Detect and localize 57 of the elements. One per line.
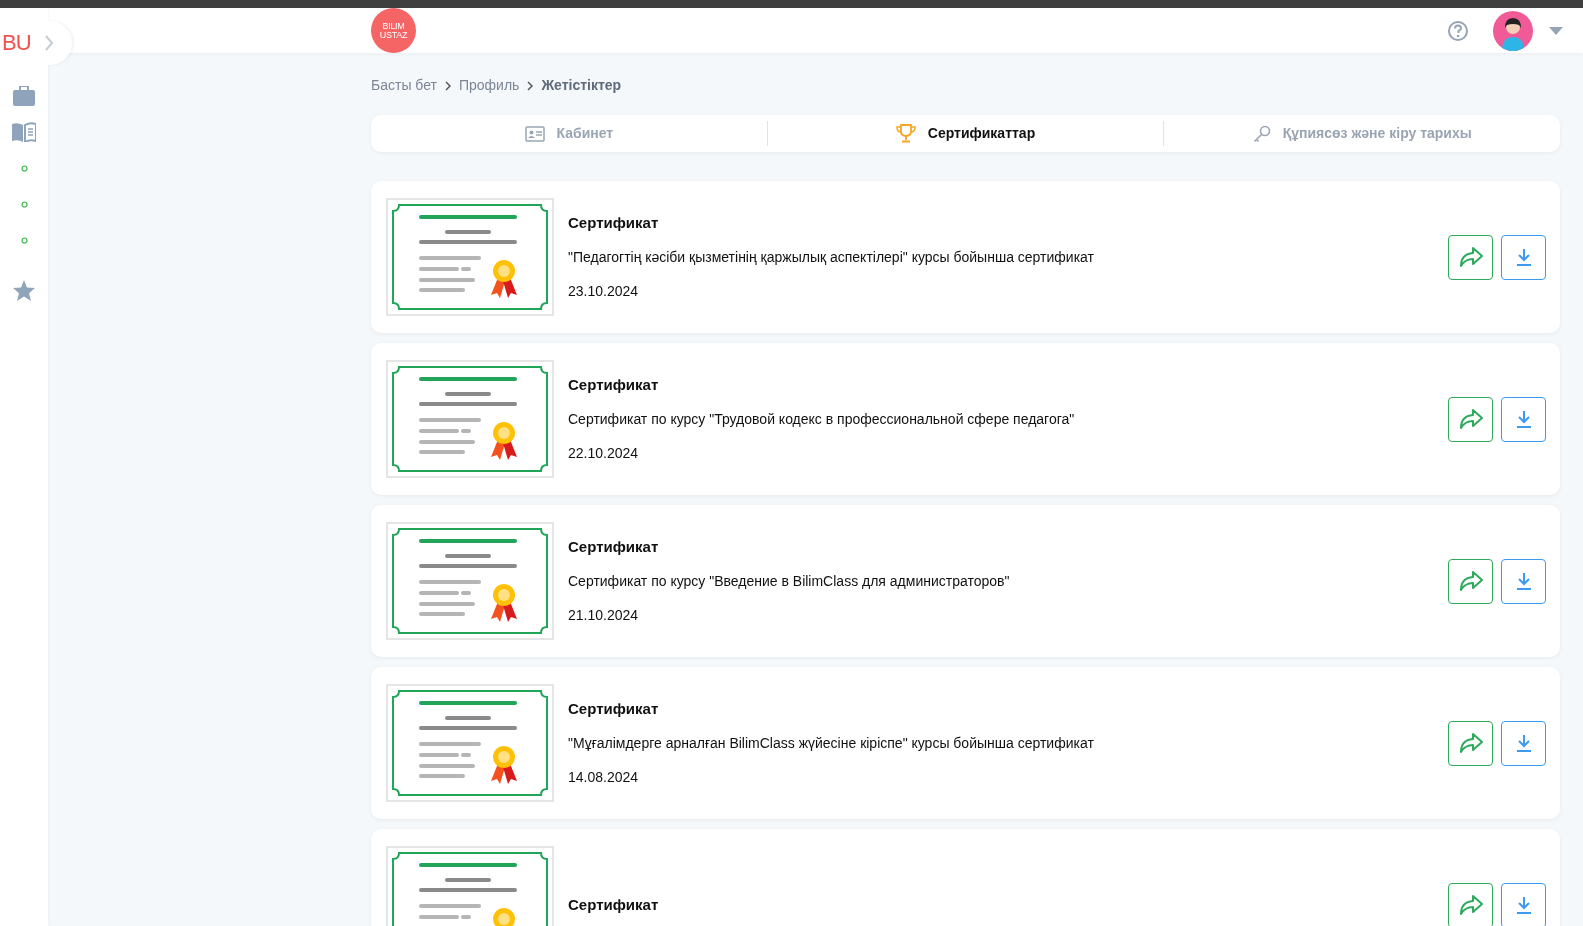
breadcrumb-current: Жетістіктер (541, 76, 622, 95)
download-icon (1514, 248, 1533, 266)
download-button[interactable] (1501, 234, 1546, 280)
certificate-title: Сертификат (568, 374, 660, 395)
chevron-right-icon (527, 80, 534, 91)
logo-text[interactable]: BU (2, 32, 31, 54)
certificate-date: 21.10.2024 (568, 606, 640, 626)
briefcase-icon[interactable] (13, 86, 35, 106)
download-button[interactable] (1501, 720, 1546, 766)
share-button[interactable] (1448, 396, 1493, 442)
help-icon[interactable] (1447, 19, 1469, 42)
certificate-date: 22.10.2024 (568, 444, 640, 464)
download-icon (1514, 410, 1533, 428)
certificate-date: 23.10.2024 (568, 282, 640, 302)
breadcrumb-link[interactable]: Басты бет (371, 75, 437, 96)
dot-icon[interactable] (20, 236, 28, 244)
download-button[interactable] (1501, 558, 1546, 604)
id-card-icon (524, 125, 545, 142)
certificate-description: Сертификат по курсу "Введение в BilimClass для администраторов" (568, 572, 1011, 592)
avatar[interactable] (1493, 10, 1533, 51)
dot-icon[interactable] (20, 200, 28, 208)
certificate-description: "Мұғалімдерге арналған BilimClass жүйесіне кіріспе" курсы бойынша сертификат (568, 734, 1095, 754)
share-button[interactable] (1448, 558, 1493, 604)
share-icon (1458, 895, 1483, 915)
chevron-right-icon (44, 35, 54, 51)
download-button[interactable] (1501, 396, 1546, 442)
certificate-title: Сертификат (568, 894, 660, 915)
certificate-title: Сертификат (568, 536, 660, 557)
share-button[interactable] (1448, 720, 1493, 766)
download-icon (1514, 896, 1533, 914)
download-icon (1514, 734, 1533, 752)
share-button[interactable] (1448, 234, 1493, 280)
key-icon (1252, 124, 1271, 143)
star-icon[interactable] (13, 279, 35, 301)
trophy-icon (895, 124, 916, 143)
share-icon (1458, 733, 1483, 753)
share-icon (1458, 247, 1483, 267)
breadcrumb-link[interactable]: Профиль (458, 75, 520, 96)
logo[interactable]: BILIM USTAZ (371, 8, 416, 53)
share-button[interactable] (1448, 882, 1493, 926)
dot-icon[interactable] (20, 164, 28, 172)
caret-down-icon[interactable] (1549, 26, 1563, 35)
tab[interactable]: Кабинет (371, 121, 767, 146)
share-icon (1458, 571, 1483, 591)
tab[interactable]: Сертификаттар (767, 121, 1164, 146)
certificate-description: Сертификат по курсу "Трудовой кодекс в профессиональной сфере педагога" (568, 410, 1076, 430)
certificate-description: "Педагогтің кәсіби қызметінің қаржылық аспектілері" курсы бойынша сертификат (568, 248, 1095, 268)
download-button[interactable] (1501, 882, 1546, 926)
tab[interactable]: Құпиясөз және кіру тарихы (1164, 121, 1560, 146)
download-icon (1514, 572, 1533, 590)
certificate-title: Сертификат (568, 212, 660, 233)
expand-button[interactable] (44, 21, 72, 65)
certificate-title: Сертификат (568, 698, 660, 719)
certificate-date: 14.08.2024 (568, 768, 640, 788)
chevron-right-icon (444, 80, 451, 91)
share-icon (1458, 409, 1483, 429)
book-icon[interactable] (12, 122, 36, 142)
